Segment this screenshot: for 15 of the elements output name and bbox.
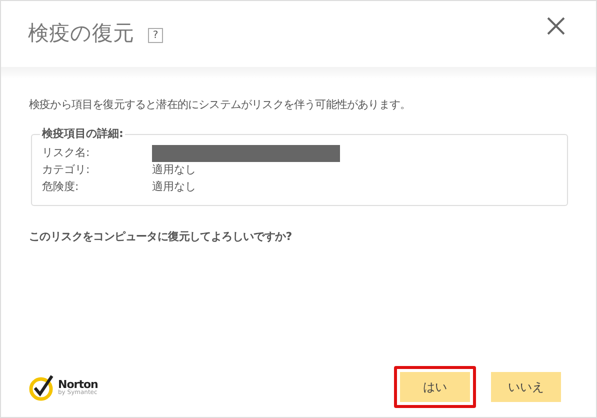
- warning-message: 検疫から項目を復元すると潜在的にシステムがリスクを伴う可能性があります。: [29, 97, 412, 113]
- no-button[interactable]: いいえ: [491, 372, 561, 402]
- confirm-question: このリスクをコンピュータに復元してよろしいですか?: [29, 228, 293, 244]
- details-legend: 検疫項目の詳細:: [40, 126, 126, 142]
- detail-label: 危険度:: [42, 178, 80, 195]
- detail-label: カテゴリ:: [42, 162, 91, 178]
- yes-button[interactable]: はい: [400, 372, 470, 402]
- help-button[interactable]: ?: [148, 28, 163, 42]
- check-badge-icon: [29, 374, 56, 400]
- detail-label: リスク名:: [42, 144, 91, 161]
- close-icon[interactable]: [547, 17, 565, 35]
- window-title: 検疫の復元: [28, 20, 134, 48]
- logo-name: Norton: [58, 378, 98, 390]
- detail-value: 適用なし: [152, 162, 196, 178]
- detail-value: 適用なし: [152, 178, 196, 195]
